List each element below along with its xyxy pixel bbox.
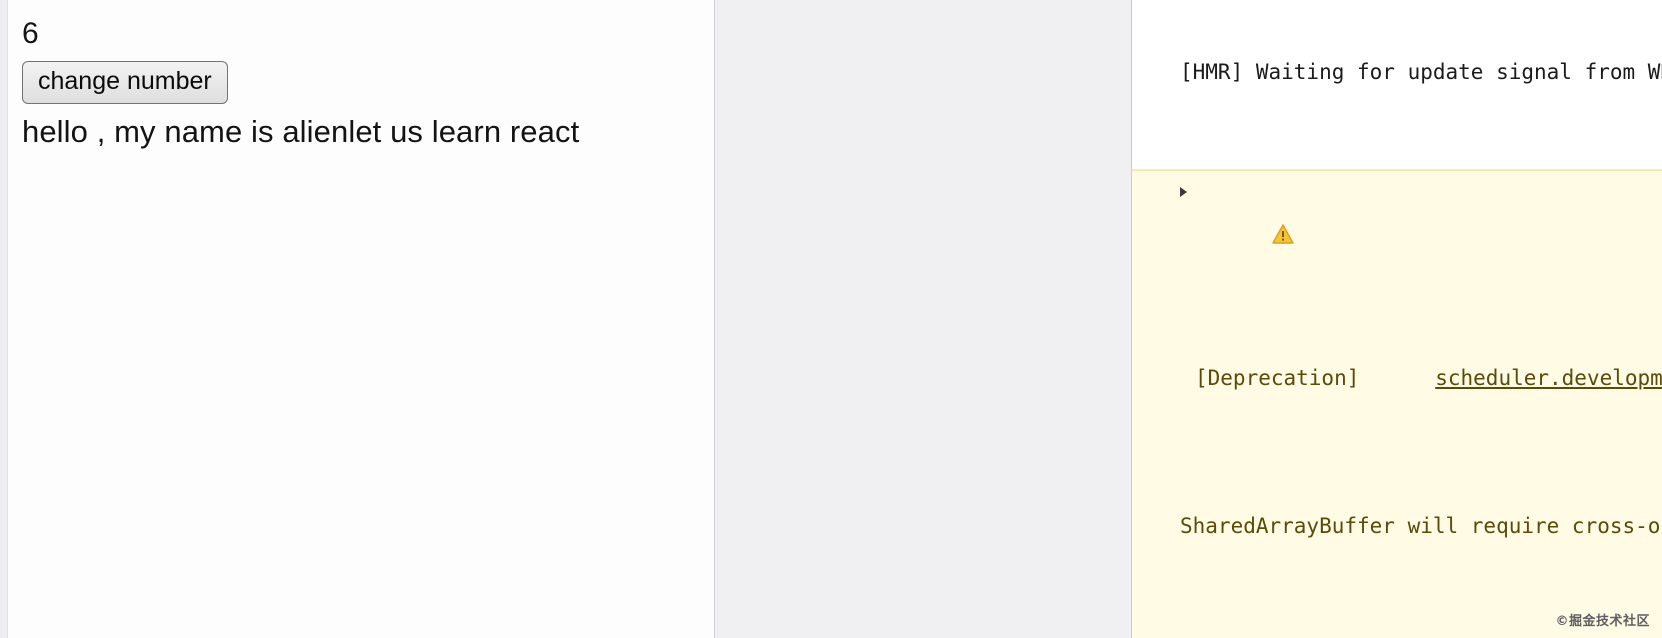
console-row-warning[interactable]: [Deprecation] scheduler.development.js:1…: [1132, 169, 1662, 638]
devtools-console-panel[interactable]: [HMR] Waiting for update signal from WDS…: [1132, 0, 1662, 638]
console-warning-header: [Deprecation] scheduler.development.js:1: [1132, 360, 1662, 397]
console-warning-line-2: SharedArrayBuffer will require cross-ori…: [1180, 514, 1662, 539]
console-message-list: [HMR] Waiting for update signal from WDS…: [1132, 0, 1662, 638]
console-message-text: [HMR] Waiting for update signal from WDS…: [1180, 60, 1662, 85]
page-body-filler: [715, 0, 1132, 638]
window-left-gutter: [0, 0, 8, 638]
warning-triangle-icon: [1146, 182, 1295, 244]
warning-source-link[interactable]: scheduler.development.js:1: [1435, 366, 1662, 390]
console-row[interactable]: [HMR] Waiting for update signal from WDS…: [1132, 0, 1662, 170]
disclosure-triangle-icon[interactable]: [1180, 186, 1187, 197]
number-display: 6: [22, 17, 39, 50]
screen-root: 6 change number hello , my name is alien…: [0, 0, 1662, 638]
change-number-button[interactable]: change number: [22, 60, 228, 105]
greeting-text: hello , my name is alienlet us learn rea…: [22, 114, 580, 150]
deprecation-label: [Deprecation]: [1195, 365, 1360, 390]
rendered-page-viewport: 6 change number hello , my name is alien…: [8, 0, 715, 638]
watermark: ©掘金技术社区: [1555, 614, 1650, 629]
